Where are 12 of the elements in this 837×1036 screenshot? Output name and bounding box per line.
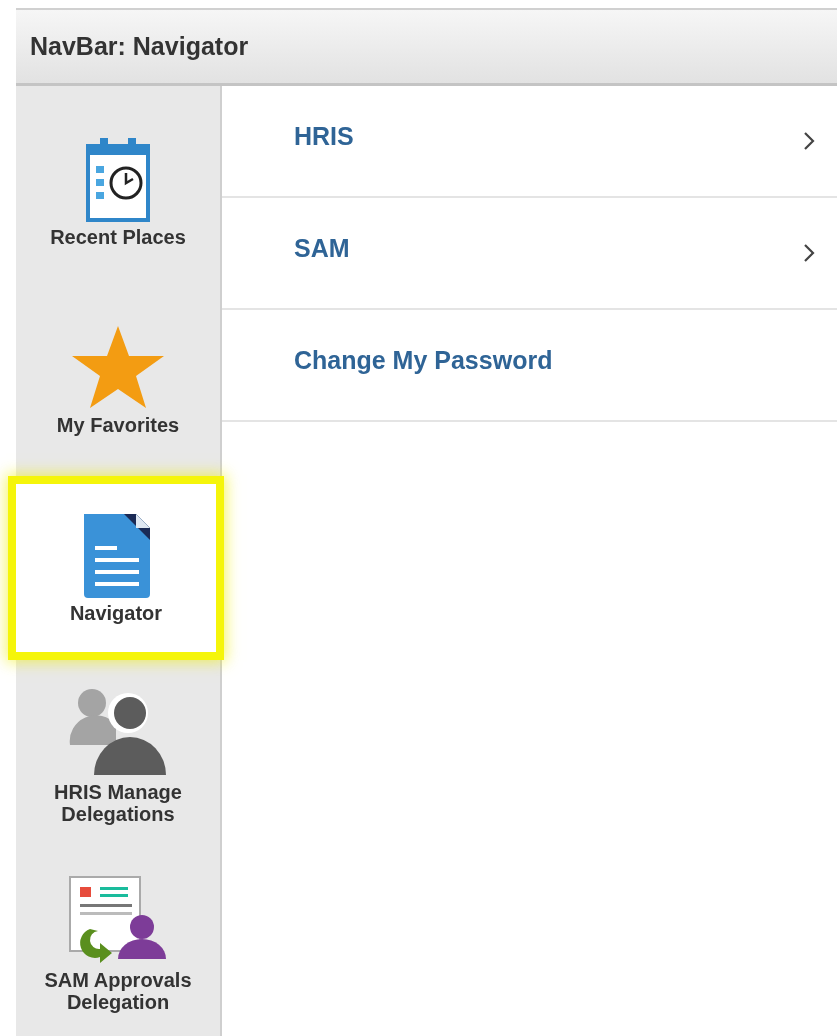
menu-item[interactable]: Change My Password [222,310,837,422]
sidebar-item[interactable]: My Favorites [16,286,220,474]
sidebar-item[interactable]: Recent Places [16,98,220,286]
sidebar-item[interactable]: SAM Approvals Delegation [16,850,220,1036]
star-icon [70,324,166,410]
people-icon [68,687,168,777]
menu-item[interactable]: HRIS [222,86,837,198]
menu-item[interactable]: SAM [222,198,837,310]
sidebar-item[interactable]: HRIS Manage Delegations [16,662,220,850]
approval-form-icon [68,875,168,965]
page-title: NavBar: Navigator [30,32,249,61]
calendar-clock-icon [86,136,150,222]
